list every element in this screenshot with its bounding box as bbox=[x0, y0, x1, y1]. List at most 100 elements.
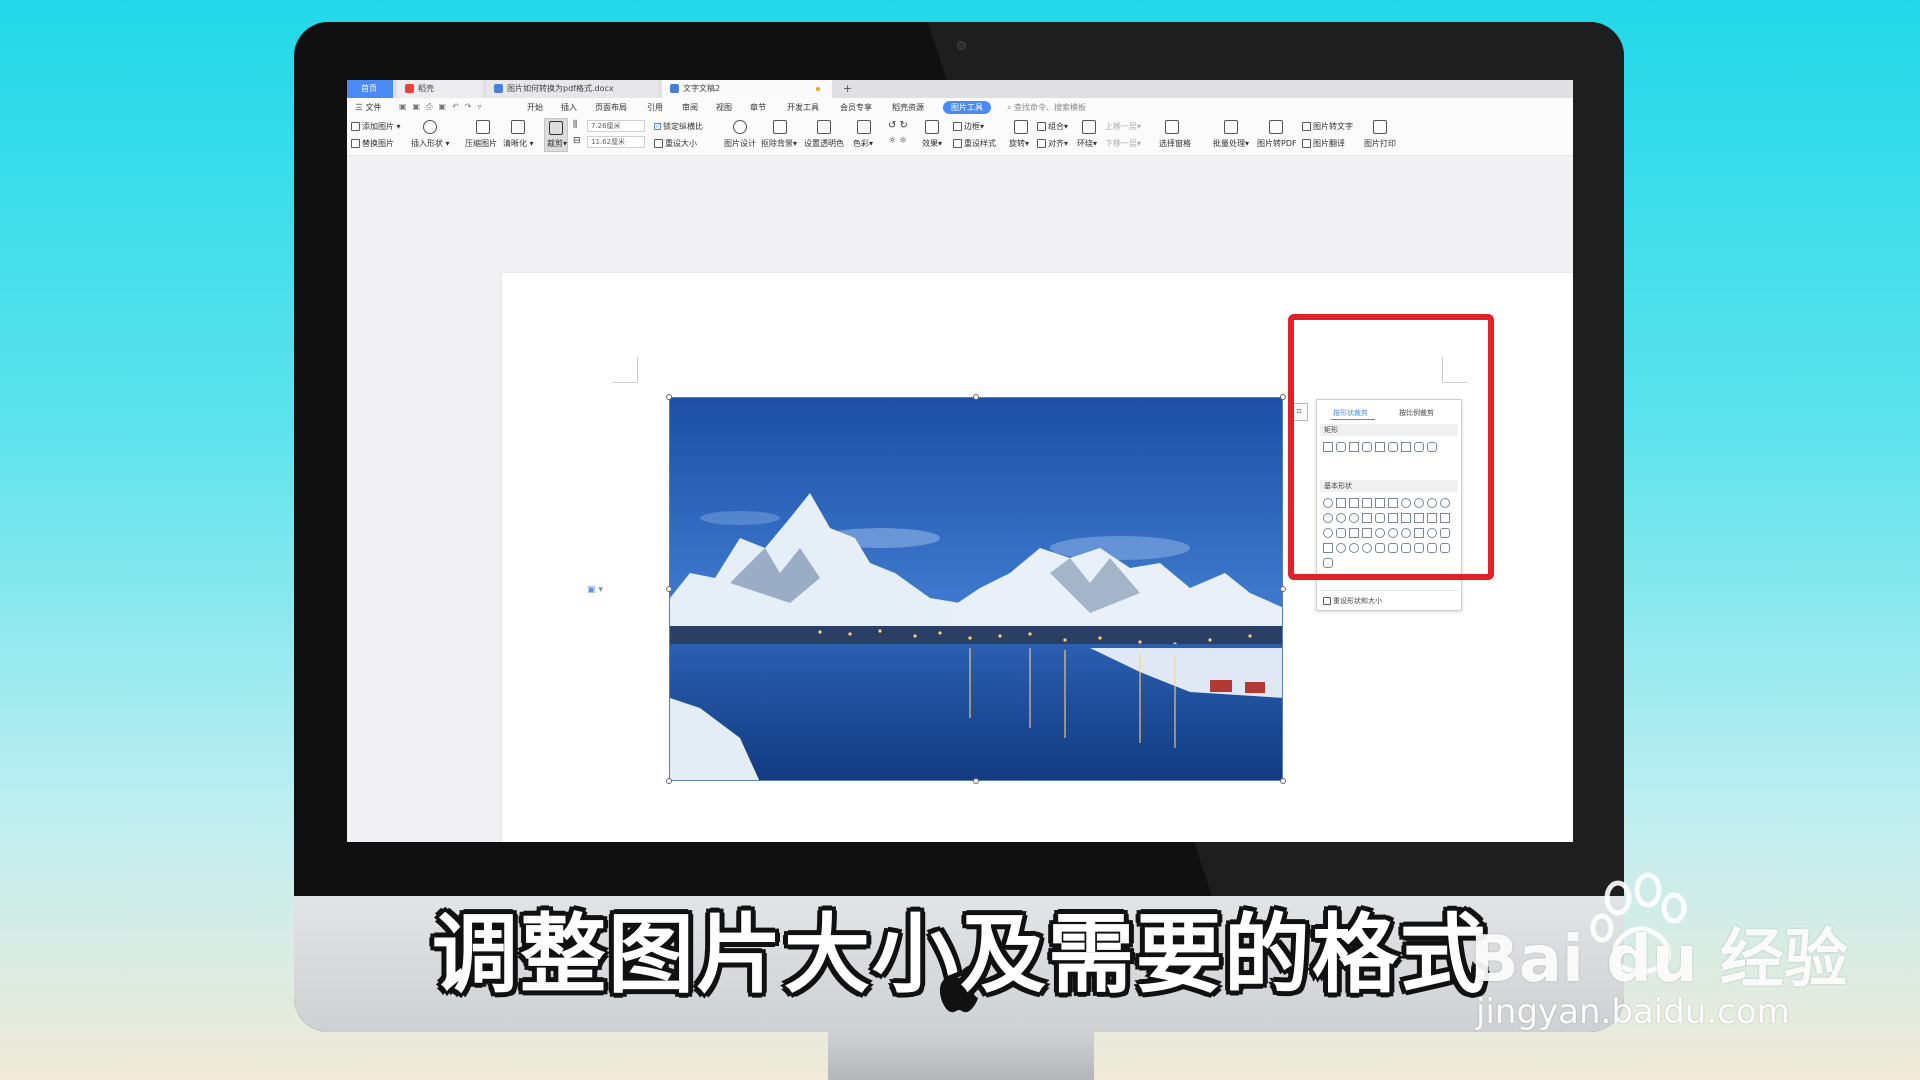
reset-size-button[interactable]: 重设大小 bbox=[654, 138, 697, 149]
compress-picture-icon bbox=[476, 120, 490, 134]
word-doc-icon bbox=[670, 84, 679, 93]
quick-access-icons[interactable]: ▣▣⎙▣↶↷▿ bbox=[399, 102, 499, 112]
tab-home[interactable]: 首页 bbox=[347, 80, 393, 98]
crop-icon bbox=[549, 121, 563, 135]
menu-item-reference[interactable]: 引用 bbox=[647, 102, 663, 113]
selection-pane-button[interactable]: 选择窗格 bbox=[1159, 138, 1191, 149]
command-search[interactable]: ⌕ 查找命令、搜索模板 bbox=[1007, 102, 1086, 113]
group-label: 组合 bbox=[1048, 122, 1064, 131]
rotate-label: 旋转 bbox=[1009, 139, 1025, 148]
compress-picture-button[interactable]: 压缩图片 bbox=[465, 138, 497, 149]
wrap-icon bbox=[1082, 120, 1096, 134]
menu-item-member[interactable]: 会员专享 bbox=[840, 102, 872, 113]
checkmark-icon: ✓ bbox=[654, 123, 661, 130]
insert-shape-button[interactable]: 插入形状 ▾ bbox=[411, 138, 450, 149]
effect-button[interactable]: 效果▾ bbox=[922, 138, 942, 149]
send-backward-button[interactable]: 下移一层▾ bbox=[1105, 138, 1141, 149]
color-button[interactable]: 色彩▾ bbox=[853, 138, 873, 149]
resize-handle-top[interactable] bbox=[973, 394, 979, 400]
selected-picture[interactable] bbox=[669, 397, 1283, 781]
batch-process-button[interactable]: 批量处理▾ bbox=[1213, 138, 1249, 149]
transparent-color-icon bbox=[817, 120, 831, 134]
batch-process-label: 批量处理 bbox=[1213, 139, 1245, 148]
print-picture-icon bbox=[1373, 120, 1387, 134]
add-picture-label: 添加图片 bbox=[362, 122, 394, 131]
to-text-icon bbox=[1302, 122, 1311, 131]
align-label: 对齐 bbox=[1048, 139, 1064, 148]
menu-item-picture-tools[interactable]: 图片工具 bbox=[943, 101, 991, 114]
remove-background-label: 抠除背景 bbox=[761, 139, 793, 148]
crop-button[interactable]: 裁剪▾ bbox=[547, 138, 567, 149]
tab-bar: 首页 稻壳 图片如何转换为pdf格式.docx 文字文稿2 + bbox=[347, 80, 1573, 98]
set-transparent-button[interactable]: 设置透明色 bbox=[804, 138, 844, 149]
brightness-icons[interactable]: ☼ ☼ bbox=[888, 136, 907, 146]
print-picture-button[interactable]: 图片打印 bbox=[1364, 138, 1396, 149]
batch-process-icon bbox=[1224, 120, 1238, 134]
menu-item-daoke[interactable]: 稻壳资源 bbox=[892, 102, 924, 113]
insert-shape-icon bbox=[423, 120, 437, 134]
group-button[interactable]: 组合▾ bbox=[1037, 121, 1068, 132]
menu-item-developer[interactable]: 开发工具 bbox=[787, 102, 819, 113]
resize-handle-top-right[interactable] bbox=[1280, 394, 1286, 400]
reset-style-icon bbox=[953, 139, 962, 148]
align-button[interactable]: 对齐▾ bbox=[1037, 138, 1068, 149]
add-tab-button[interactable]: + bbox=[843, 80, 852, 98]
monitor-stand bbox=[828, 1032, 1094, 1080]
reset-shape-icon bbox=[1323, 597, 1331, 605]
replace-picture-button[interactable]: 替换图片 bbox=[351, 138, 394, 149]
menu-bar: 三 文件 ▣▣⎙▣↶↷▿ 开始 插入 页面布局 引用 审阅 视图 章节 开发工具… bbox=[347, 98, 1573, 116]
resize-handle-bottom-left[interactable] bbox=[666, 778, 672, 784]
resize-handle-top-left[interactable] bbox=[666, 394, 672, 400]
wrap-button[interactable]: 环绕▾ bbox=[1077, 138, 1097, 149]
clarify-button[interactable]: 清晰化 ▾ bbox=[503, 138, 534, 149]
daoke-icon bbox=[405, 84, 414, 93]
red-highlight-box bbox=[1288, 314, 1494, 580]
border-button[interactable]: 边框▾ bbox=[953, 121, 984, 132]
resize-handle-left[interactable] bbox=[666, 586, 672, 592]
selection-pane-icon bbox=[1165, 120, 1179, 134]
tab-document-2[interactable]: 文字文稿2 bbox=[662, 80, 832, 98]
menu-item-layout[interactable]: 页面布局 bbox=[595, 102, 627, 113]
tab-document-1-label: 图片如何转换为pdf格式.docx bbox=[507, 84, 614, 93]
border-icon bbox=[953, 122, 962, 131]
menu-item-review[interactable]: 审阅 bbox=[682, 102, 698, 113]
menu-item-view[interactable]: 视图 bbox=[716, 102, 732, 113]
to-pdf-button[interactable]: 图片转PDF bbox=[1257, 138, 1297, 149]
rotate-button[interactable]: 旋转▾ bbox=[1009, 138, 1029, 149]
menu-item-start[interactable]: 开始 bbox=[527, 102, 543, 113]
reset-size-icon bbox=[654, 139, 663, 148]
file-menu[interactable]: 三 文件 bbox=[355, 102, 382, 113]
menu-item-chapter[interactable]: 章节 bbox=[750, 102, 766, 113]
effect-icon bbox=[925, 120, 939, 134]
translate-button[interactable]: 图片翻译 bbox=[1302, 138, 1345, 149]
reset-style-button[interactable]: 重设样式 bbox=[953, 138, 996, 149]
menu-item-insert[interactable]: 插入 bbox=[561, 102, 577, 113]
height-input[interactable]: 7.26厘米 bbox=[587, 120, 645, 132]
add-picture-button[interactable]: 添加图片 ▾ bbox=[351, 121, 401, 132]
tab-document-1[interactable]: 图片如何转换为pdf格式.docx bbox=[486, 80, 658, 98]
remove-background-button[interactable]: 抠除背景▾ bbox=[761, 138, 797, 149]
bring-forward-button[interactable]: 上移一层▾ bbox=[1105, 121, 1141, 132]
rotate-small-icons[interactable]: ↺ ↻ bbox=[888, 120, 908, 131]
width-input[interactable]: 11.62厘米 bbox=[587, 136, 645, 148]
unsaved-dot-icon bbox=[816, 87, 820, 91]
landscape-photo bbox=[670, 398, 1282, 780]
command-search-text: 查找命令、搜索模板 bbox=[1014, 103, 1087, 112]
anchor-icon[interactable]: ▣ ▾ bbox=[587, 585, 603, 595]
crop-label: 裁剪 bbox=[547, 139, 563, 148]
camera-dot bbox=[957, 41, 966, 50]
resize-handle-bottom-right[interactable] bbox=[1280, 778, 1286, 784]
picture-design-button[interactable]: 图片设计 bbox=[724, 138, 756, 149]
rotate-icon bbox=[1014, 120, 1028, 134]
reset-shape-size-button[interactable]: 重设形状和大小 bbox=[1323, 596, 1382, 606]
to-text-button[interactable]: 图片转文字 bbox=[1302, 121, 1353, 132]
to-text-label: 图片转文字 bbox=[1313, 122, 1353, 131]
wrap-label: 环绕 bbox=[1077, 139, 1093, 148]
tab-daoke[interactable]: 稻壳 bbox=[397, 80, 483, 98]
resize-handle-right[interactable] bbox=[1280, 586, 1286, 592]
resize-handle-bottom[interactable] bbox=[973, 778, 979, 784]
picture-toolbar: 添加图片 ▾ 替换图片 插入形状 ▾ 压缩图片 清晰化 ▾ 裁剪▾ ⫼ 7.26… bbox=[347, 116, 1573, 156]
lock-ratio-checkbox[interactable]: ✓ 锁定纵横比 bbox=[654, 121, 703, 132]
translate-label: 图片翻译 bbox=[1313, 139, 1345, 148]
add-picture-icon bbox=[351, 122, 360, 131]
